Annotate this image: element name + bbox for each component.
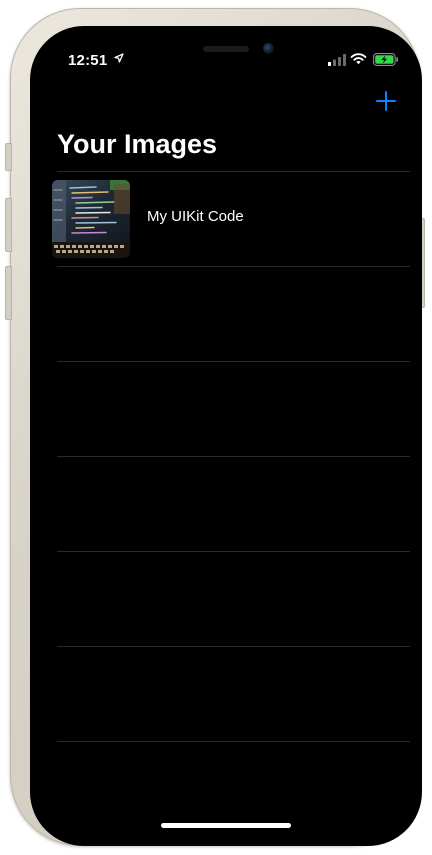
table-separator — [57, 741, 410, 742]
row-title: My UIKit Code — [147, 208, 244, 225]
screen: 12:51 Your Images My UIKit Code — [30, 26, 422, 846]
table-row[interactable]: My UIKit Code — [52, 172, 410, 265]
cellular-signal-icon — [328, 54, 346, 66]
volume-down-button — [5, 266, 12, 320]
plus-icon — [376, 91, 396, 111]
image-thumbnail — [52, 180, 130, 258]
home-indicator[interactable] — [161, 823, 291, 828]
add-image-button[interactable] — [375, 90, 397, 112]
table-separator — [57, 266, 410, 267]
volume-up-button — [5, 198, 12, 252]
page-title: Your Images — [57, 129, 218, 159]
front-camera — [263, 43, 274, 54]
table-separator — [57, 361, 410, 362]
wifi-icon — [350, 53, 367, 65]
silent-switch — [5, 143, 12, 171]
table-separator — [57, 646, 410, 647]
earpiece-speaker — [203, 46, 249, 52]
table-separator — [57, 456, 410, 457]
phone-frame: 12:51 Your Images My UIKit Code — [5, 8, 425, 846]
table-separator — [57, 551, 410, 552]
status-time: 12:51 — [68, 52, 108, 69]
battery-charging-icon — [373, 53, 398, 66]
location-arrow-icon — [114, 53, 124, 63]
